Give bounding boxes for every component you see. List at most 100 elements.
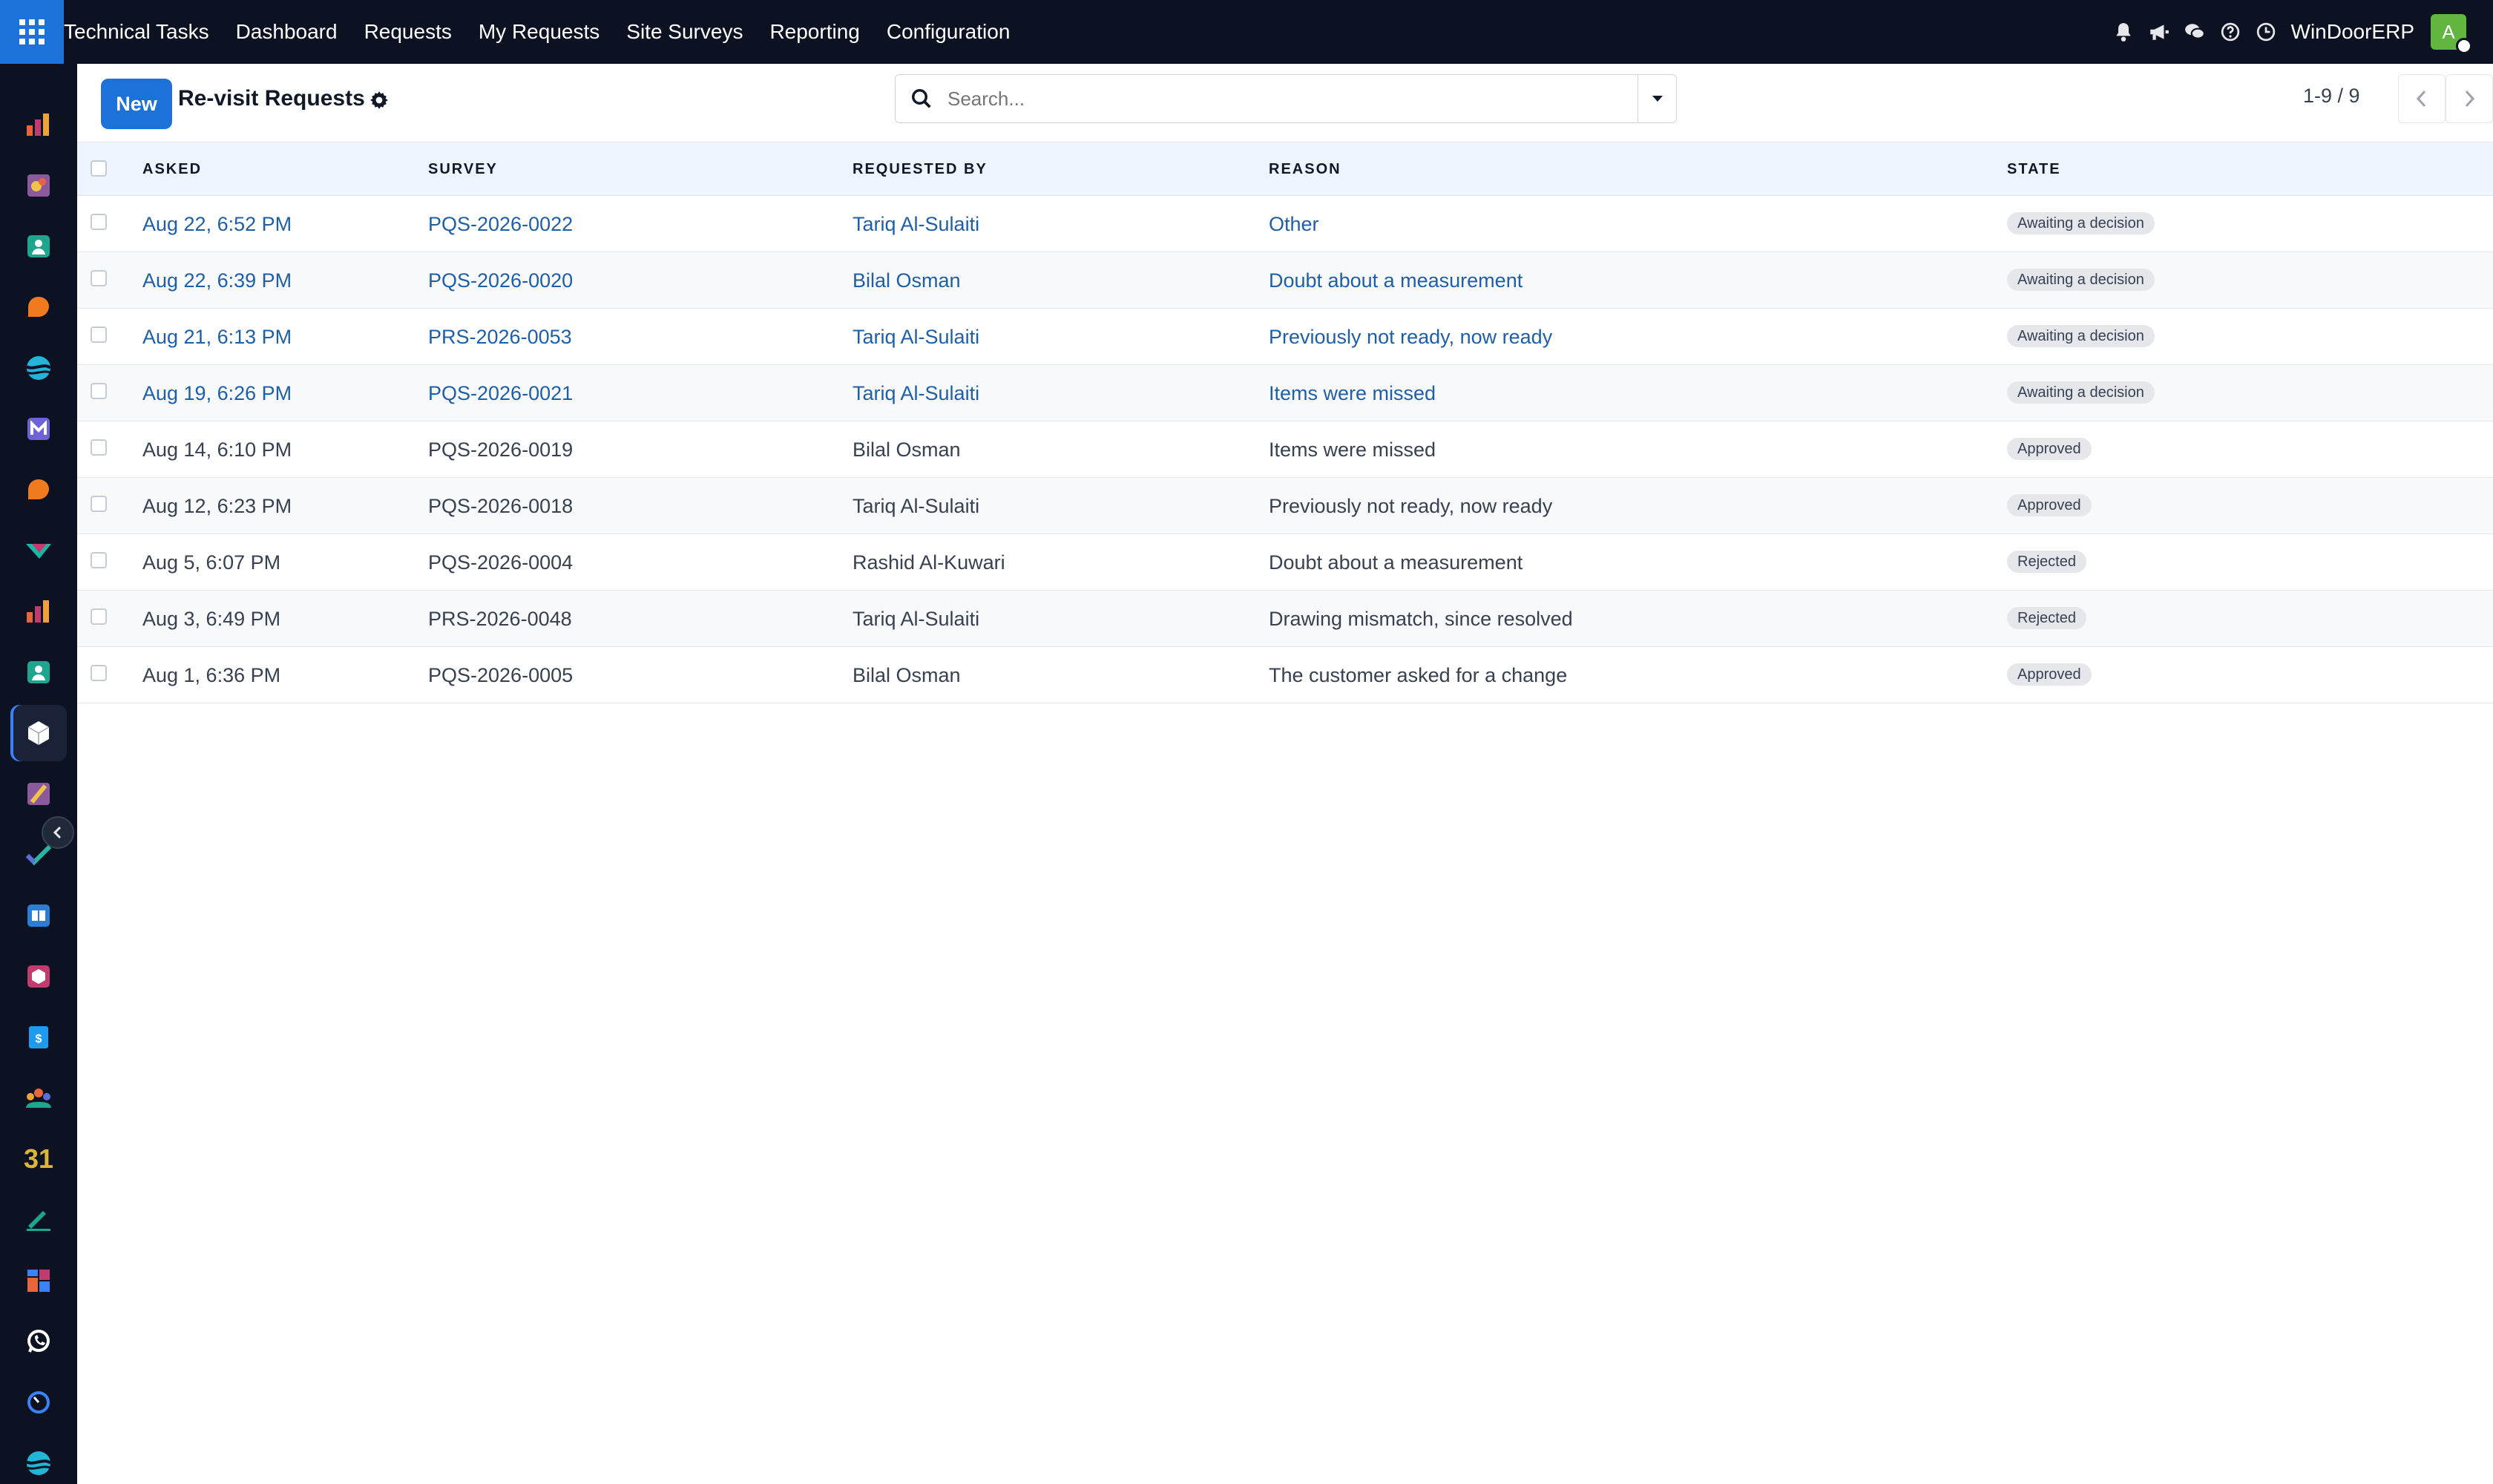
help-icon[interactable] — [2213, 0, 2248, 64]
row-checkbox[interactable] — [91, 608, 107, 625]
column-reason[interactable]: REASON — [1269, 142, 1341, 196]
search-options-toggle[interactable] — [1638, 75, 1676, 122]
cell-survey[interactable]: PQS-2026-0005 — [428, 647, 573, 703]
column-requested-by[interactable]: REQUESTED BY — [853, 142, 988, 196]
cell-requested-by[interactable]: Tariq Al-Sulaiti — [853, 478, 979, 534]
cell-asked[interactable]: Aug 1, 6:36 PM — [142, 647, 280, 703]
whatsapp-icon[interactable] — [10, 1313, 67, 1370]
row-checkbox[interactable] — [91, 496, 107, 512]
documents-icon[interactable] — [10, 887, 67, 944]
column-asked[interactable]: ASKED — [142, 142, 202, 196]
cell-requested-by[interactable]: Tariq Al-Sulaiti — [853, 591, 979, 647]
calendar-icon[interactable]: 31 — [10, 1131, 67, 1187]
table-row[interactable]: Aug 22, 6:39 PM PQS-2026-0020 Bilal Osman D… — [77, 252, 2493, 309]
page-title[interactable]: Re-visit Requests — [178, 86, 365, 111]
row-checkbox[interactable] — [91, 552, 107, 568]
cell-survey[interactable]: PQS-2026-0018 — [428, 478, 573, 534]
cell-survey[interactable]: PQS-2026-0004 — [428, 534, 573, 591]
cell-requested-by[interactable]: Bilal Osman — [853, 647, 961, 703]
cell-survey[interactable]: PQS-2026-0022 — [428, 196, 573, 252]
pager-value[interactable]: 1-9 / 9 — [2303, 85, 2360, 108]
cell-requested-by[interactable]: Rashid Al-Kuwari — [853, 534, 1005, 591]
cell-requested-by[interactable]: Bilal Osman — [853, 421, 961, 478]
cell-survey[interactable]: PQS-2026-0021 — [428, 365, 573, 421]
cell-reason[interactable]: Drawing mismatch, since resolved — [1269, 591, 1573, 647]
table-row[interactable]: Aug 3, 6:49 PM PRS-2026-0048 Tariq Al-Sula… — [77, 591, 2493, 647]
row-checkbox[interactable] — [91, 439, 107, 456]
table-row[interactable]: Aug 21, 6:13 PM PRS-2026-0053 Tariq Al-Sul… — [77, 309, 2493, 365]
notes-icon[interactable] — [10, 766, 67, 822]
cell-requested-by[interactable]: Bilal Osman — [853, 252, 961, 309]
table-row[interactable]: Aug 19, 6:26 PM PQS-2026-0021 Tariq Al-Sul… — [77, 365, 2493, 421]
menu-configuration[interactable]: Configuration — [873, 20, 1024, 44]
table-row[interactable]: Aug 14, 6:10 PM PQS-2026-0019 Bilal Osman I… — [77, 421, 2493, 478]
contacts-icon[interactable] — [10, 218, 67, 275]
megaphone-icon[interactable] — [2141, 0, 2177, 64]
table-row[interactable]: Aug 1, 6:36 PM PQS-2026-0005 Bilal Osman Th… — [77, 647, 2493, 703]
table-row[interactable]: Aug 12, 6:23 PM PQS-2026-0018 Tariq Al-Sul… — [77, 478, 2493, 534]
select-all-checkbox[interactable] — [91, 160, 107, 177]
menu-site-surveys[interactable]: Site Surveys — [613, 20, 756, 44]
cell-asked[interactable]: Aug 19, 6:26 PM — [142, 365, 292, 421]
row-checkbox[interactable] — [91, 270, 107, 286]
timer-icon[interactable] — [10, 1374, 67, 1431]
team-icon[interactable] — [10, 1070, 67, 1126]
planning-icon[interactable] — [10, 340, 67, 396]
planning2-icon[interactable] — [10, 1435, 67, 1484]
cell-survey[interactable]: PRS-2026-0048 — [428, 591, 572, 647]
project-icon[interactable] — [10, 827, 67, 883]
cell-reason[interactable]: The customer asked for a change — [1269, 647, 1567, 703]
menu-requests[interactable]: Requests — [351, 20, 465, 44]
menu-reporting[interactable]: Reporting — [756, 20, 873, 44]
cell-reason[interactable]: Other — [1269, 196, 1319, 252]
column-survey[interactable]: SURVEY — [428, 142, 498, 196]
cell-asked[interactable]: Aug 22, 6:39 PM — [142, 252, 292, 309]
field-service-icon[interactable] — [10, 522, 67, 579]
cell-reason[interactable]: Previously not ready, now ready — [1269, 478, 1552, 534]
pager-next-button[interactable] — [2446, 74, 2493, 123]
dashboards-icon[interactable] — [10, 96, 67, 153]
cell-asked[interactable]: Aug 14, 6:10 PM — [142, 421, 292, 478]
gear-icon[interactable] — [369, 91, 389, 114]
inventory-icon[interactable] — [10, 948, 67, 1005]
cell-requested-by[interactable]: Tariq Al-Sulaiti — [853, 365, 979, 421]
row-checkbox[interactable] — [91, 214, 107, 230]
sign-icon[interactable] — [10, 1192, 67, 1248]
invoicing-icon[interactable]: $ — [10, 1009, 67, 1066]
app-switcher-button[interactable] — [0, 0, 64, 64]
employees-icon[interactable] — [10, 644, 67, 700]
email-marketing-icon[interactable] — [10, 401, 67, 457]
cell-survey[interactable]: PRS-2026-0053 — [428, 309, 572, 365]
chat-icon[interactable] — [2177, 0, 2213, 64]
cell-asked[interactable]: Aug 22, 6:52 PM — [142, 196, 292, 252]
cell-reason[interactable]: Previously not ready, now ready — [1269, 309, 1552, 365]
row-checkbox[interactable] — [91, 383, 107, 399]
menu-dashboard[interactable]: Dashboard — [223, 20, 351, 44]
cell-reason[interactable]: Doubt about a measurement — [1269, 534, 1523, 591]
cell-asked[interactable]: Aug 12, 6:23 PM — [142, 478, 292, 534]
company-name[interactable]: WinDoorERP — [2291, 20, 2414, 44]
cell-requested-by[interactable]: Tariq Al-Sulaiti — [853, 309, 979, 365]
search-input[interactable] — [947, 76, 1638, 121]
menu-my-requests[interactable]: My Requests — [465, 20, 613, 44]
column-state[interactable]: STATE — [2007, 142, 2061, 196]
cell-reason[interactable]: Items were missed — [1269, 365, 1436, 421]
bell-icon[interactable] — [2106, 0, 2141, 64]
livechat-icon[interactable] — [10, 462, 67, 518]
pager-previous-button[interactable] — [2398, 74, 2446, 123]
cell-asked[interactable]: Aug 3, 6:49 PM — [142, 591, 280, 647]
table-row[interactable]: Aug 5, 6:07 PM PQS-2026-0004 Rashid Al-Kuw… — [77, 534, 2493, 591]
user-avatar[interactable]: A — [2431, 14, 2472, 54]
technical-tasks-icon[interactable] — [10, 705, 67, 761]
knowledge-icon[interactable] — [10, 157, 67, 214]
table-row[interactable]: Aug 22, 6:52 PM PQS-2026-0022 Tariq Al-Sul… — [77, 196, 2493, 252]
cell-asked[interactable]: Aug 21, 6:13 PM — [142, 309, 292, 365]
clock-icon[interactable] — [2248, 0, 2284, 64]
cell-survey[interactable]: PQS-2026-0019 — [428, 421, 573, 478]
cell-requested-by[interactable]: Tariq Al-Sulaiti — [853, 196, 979, 252]
cell-reason[interactable]: Items were missed — [1269, 421, 1436, 478]
row-checkbox[interactable] — [91, 665, 107, 681]
app-name[interactable]: Technical Tasks — [64, 20, 223, 44]
cell-survey[interactable]: PQS-2026-0020 — [428, 252, 573, 309]
discuss-icon[interactable] — [10, 279, 67, 335]
